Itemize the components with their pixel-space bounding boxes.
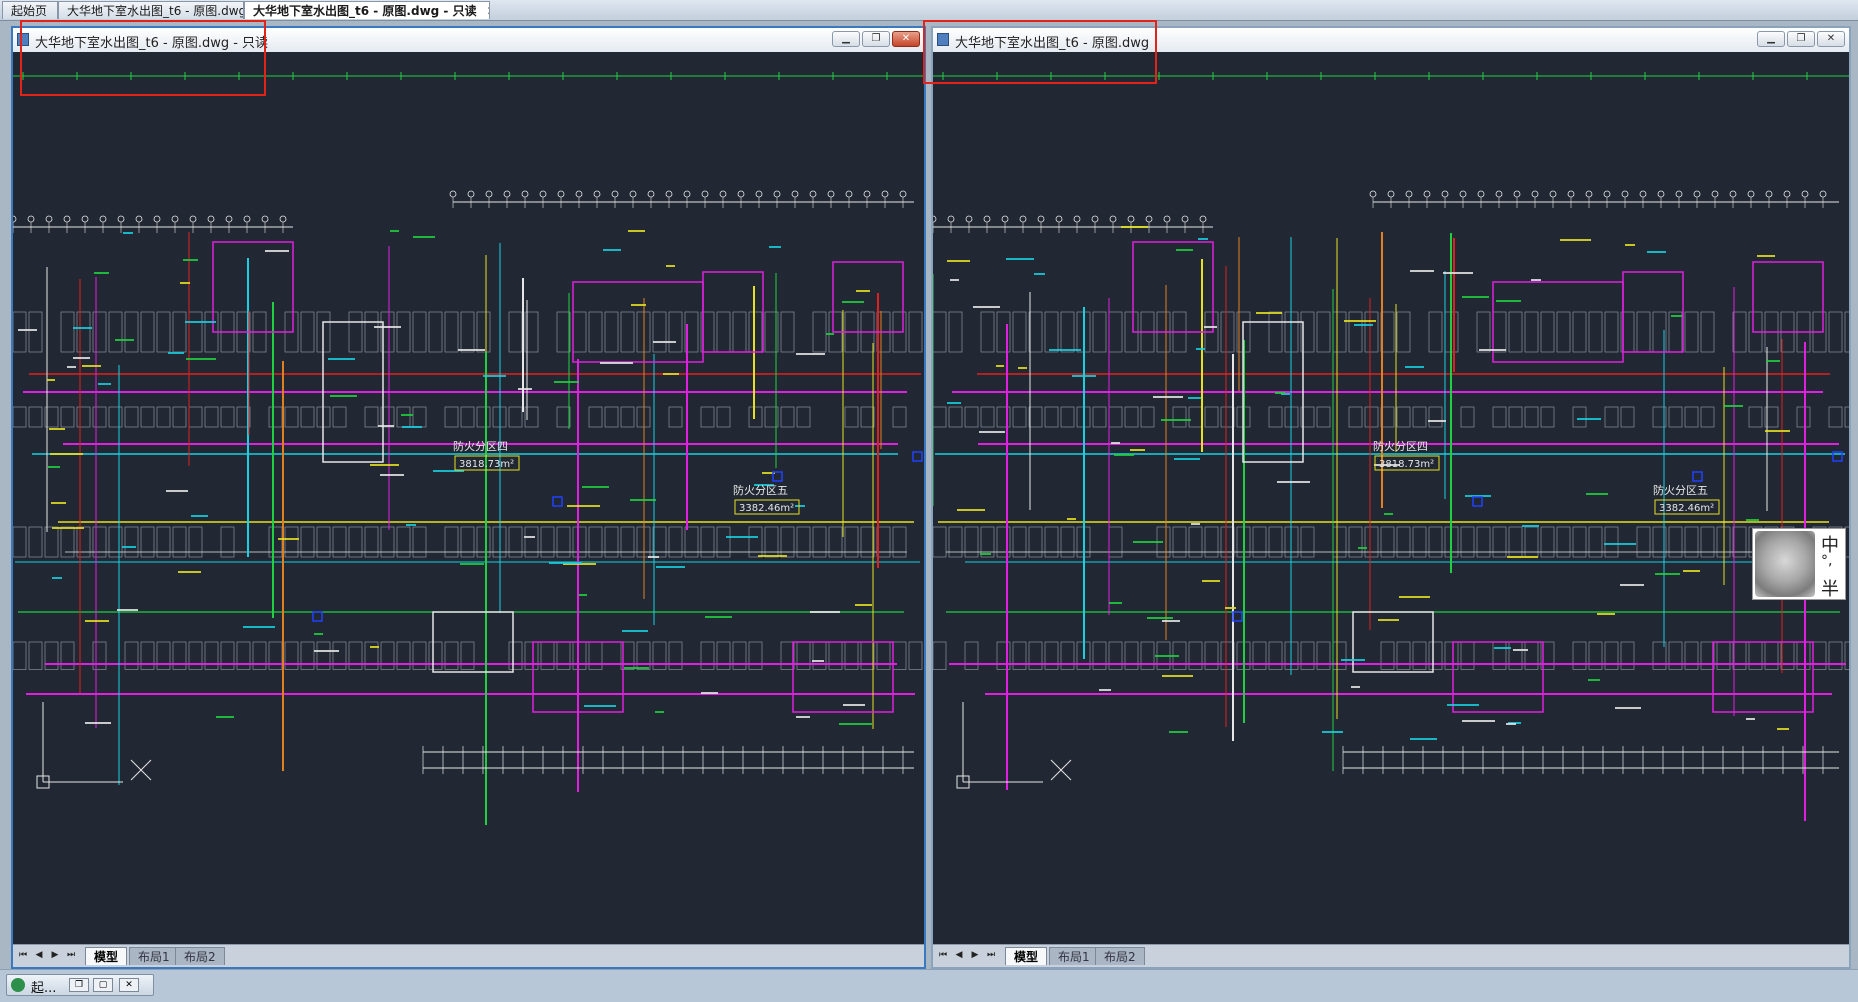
ime-punctuation[interactable]: °,	[1821, 553, 1832, 569]
fire-zone-area: 3382.46m²	[1659, 503, 1714, 514]
fire-zone-area: 3818.73m²	[1379, 459, 1434, 470]
layout-tabbar: ⏮ ◀ ▶ ⏭ 模型 布局1 布局2	[13, 944, 924, 967]
window-title: 大华地下室水出图_t6 - 原图.dwg - 只读	[35, 36, 269, 51]
close-icon[interactable]: ✕	[892, 31, 920, 47]
taskbar-label: 起...	[31, 981, 57, 996]
last-icon[interactable]: ⏭	[65, 949, 77, 961]
fire-zone-label: 防火分区四	[1373, 439, 1428, 453]
next-icon[interactable]: ▶	[969, 949, 981, 961]
cad-drawing: 防火分区四 3818.73m² 防火分区五 3382.46m²	[13, 72, 924, 825]
fire-zone-label: 防火分区五	[733, 483, 788, 497]
drawing-window-readonly[interactable]: 大华地下室水出图_t6 - 原图.dwg - 只读 ▁ ❐ ✕ 防火分区四 381…	[11, 26, 926, 969]
restore-icon[interactable]: ❐	[1787, 31, 1815, 47]
taskbar: 起... ❐ ▢ ✕	[0, 969, 1858, 1002]
tab-layout2[interactable]: 布局2	[1095, 947, 1145, 965]
tab-start-page[interactable]: 起始页	[2, 1, 58, 19]
tab-layout1[interactable]: 布局1	[1049, 947, 1099, 965]
tab-label: 起始页	[11, 4, 48, 18]
close-icon[interactable]: ✕	[1817, 31, 1845, 47]
tab-label: 大华地下室水出图_t6 - 原图.dwg	[67, 4, 244, 18]
tab-layout1[interactable]: 布局1	[129, 947, 179, 965]
fire-zone-label: 防火分区四	[453, 439, 508, 453]
close-icon[interactable]: ✕	[119, 978, 139, 992]
prev-icon[interactable]: ◀	[953, 949, 965, 961]
taskbar-item[interactable]: 起... ❐ ▢ ✕	[6, 974, 154, 996]
restore-icon[interactable]: ❐	[862, 31, 890, 47]
first-icon[interactable]: ⏮	[17, 949, 29, 961]
layout-tabbar: ⏮ ◀ ▶ ⏭ 模型 布局1 布局2	[933, 944, 1849, 967]
tab-model[interactable]: 模型	[1005, 947, 1048, 965]
fire-zone-area: 3818.73m²	[459, 459, 514, 470]
tab-label: 大华地下室水出图_t6 - 原图.dwg - 只读	[253, 4, 477, 18]
tab-layout2[interactable]: 布局2	[175, 947, 225, 965]
dwg-file-icon	[937, 33, 949, 46]
maximize-icon[interactable]: ▢	[93, 978, 113, 992]
tab-model[interactable]: 模型	[85, 947, 128, 965]
ime-halfwidth[interactable]: 半	[1821, 575, 1839, 601]
cat-avatar-icon	[1755, 531, 1815, 597]
ime-toolbar[interactable]: 中 °, 半	[1752, 528, 1846, 600]
app-icon	[11, 978, 25, 992]
window-title: 大华地下室水出图_t6 - 原图.dwg	[955, 36, 1150, 51]
drawing-canvas[interactable]: 防火分区四 3818.73m² 防火分区五 3382.46m²	[933, 52, 1849, 945]
document-tabbar: 起始页 大华地下室水出图_t6 - 原图.dwg 大华地下室水出图_t6 - 原…	[0, 0, 1858, 21]
mdi-workspace: 大华地下室水出图_t6 - 原图.dwg - 只读 ▁ ❐ ✕ 防火分区四 381…	[0, 21, 1858, 969]
first-icon[interactable]: ⏮	[937, 949, 949, 961]
fire-zone-area: 3382.46m²	[739, 503, 794, 514]
dwg-file-icon	[17, 33, 29, 46]
tab-close-icon[interactable]: ✕	[487, 4, 489, 18]
cad-drawing: 防火分区四 3818.73m² 防火分区五 3382.46m²	[933, 72, 1849, 821]
fire-zone-label: 防火分区五	[1653, 483, 1708, 497]
drawing-window-original[interactable]: 大华地下室水出图_t6 - 原图.dwg ▁ ❐ ✕ 防火分区四 3818.73m…	[931, 26, 1851, 969]
window-titlebar[interactable]: 大华地下室水出图_t6 - 原图.dwg ▁ ❐ ✕	[933, 28, 1849, 52]
minimize-icon[interactable]: ▁	[1757, 31, 1785, 47]
tab-drawing-original[interactable]: 大华地下室水出图_t6 - 原图.dwg	[58, 1, 244, 19]
tab-drawing-readonly[interactable]: 大华地下室水出图_t6 - 原图.dwg - 只读 ✕	[244, 1, 490, 19]
next-icon[interactable]: ▶	[49, 949, 61, 961]
window-titlebar[interactable]: 大华地下室水出图_t6 - 原图.dwg - 只读 ▁ ❐ ✕	[13, 28, 924, 52]
prev-icon[interactable]: ◀	[33, 949, 45, 961]
minimize-icon[interactable]: ▁	[832, 31, 860, 47]
drawing-canvas[interactable]: 防火分区四 3818.73m² 防火分区五 3382.46m²	[13, 52, 924, 945]
last-icon[interactable]: ⏭	[985, 949, 997, 961]
restore-icon[interactable]: ❐	[69, 978, 89, 992]
